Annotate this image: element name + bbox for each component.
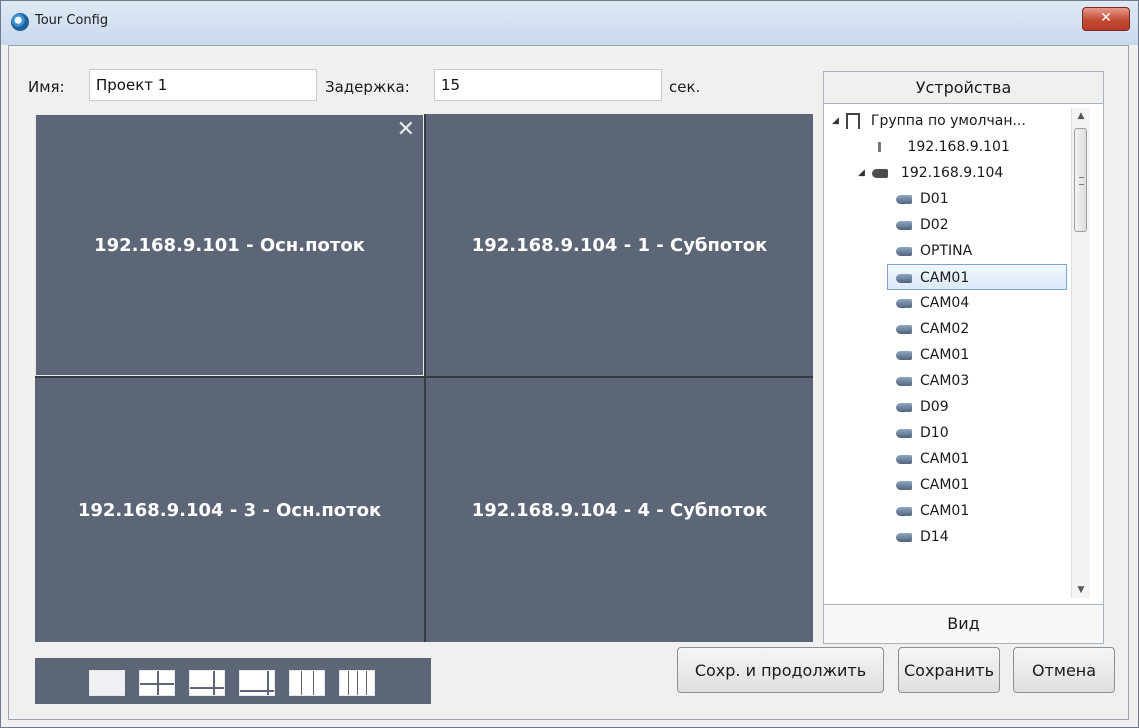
camera-icon <box>896 532 912 542</box>
tree-channel[interactable]: CAM03 <box>896 368 969 394</box>
tree-channel[interactable]: CAM02 <box>896 316 969 342</box>
scroll-thumb[interactable] <box>1074 128 1087 232</box>
tree-channel[interactable]: CAM01 <box>896 446 969 472</box>
device-tree[interactable]: ◢ Группа по умолчан... 192.168.9.101 ◢ 1… <box>830 108 1068 598</box>
video-grid: 192.168.9.101 - Осн.поток ✕ 192.168.9.10… <box>35 114 813 642</box>
camera-icon <box>896 273 912 283</box>
delay-label: Задержка: <box>325 78 410 96</box>
thumb-grip-icon <box>1079 177 1084 185</box>
close-icon[interactable]: ✕ <box>397 117 415 142</box>
tree-channel[interactable]: D09 <box>896 394 949 420</box>
layout-toolbar <box>35 658 431 704</box>
window-title: Tour Config <box>35 13 109 28</box>
tree-node-label: D09 <box>920 399 949 415</box>
tree-node-label: Группа по умолчан... <box>870 113 1026 129</box>
tree-node-label: D14 <box>920 529 949 545</box>
tree-node-label: 192.168.9.101 <box>907 139 1010 155</box>
layout-1-plus-7-icon[interactable] <box>239 670 275 696</box>
cell-label: 192.168.9.104 - 4 - Субпоток <box>471 499 768 521</box>
dialog-body: Имя: Проект 1 Задержка: 15 сек. 192.168.… <box>8 45 1129 720</box>
tree-channel[interactable]: CAM01 <box>896 342 969 368</box>
layout-3x3-icon[interactable] <box>289 670 325 696</box>
camera-icon <box>896 298 912 308</box>
layout-1-plus-5-icon[interactable] <box>189 670 225 696</box>
video-cell[interactable]: 192.168.9.104 - 1 - Субпоток <box>426 114 813 376</box>
nvr-icon <box>872 168 889 178</box>
camera-icon <box>896 324 912 334</box>
layout-1x1-icon[interactable] <box>89 670 125 696</box>
tree-node-label: CAM04 <box>920 295 970 311</box>
expand-arrow-icon[interactable]: ◢ <box>832 108 842 134</box>
tree-node-label: CAM01 <box>920 477 970 493</box>
camera-icon <box>896 480 912 490</box>
layout-2x2-icon[interactable] <box>139 670 175 696</box>
camera-icon <box>896 246 912 256</box>
tree-channel[interactable]: CAM01 <box>896 498 969 524</box>
camera-icon <box>896 350 912 360</box>
cell-label: 192.168.9.104 - 3 - Осн.поток <box>77 499 382 521</box>
name-input[interactable]: Проект 1 <box>89 69 317 101</box>
devices-panel: Устройства ◢ Группа по умолчан... 192.16… <box>823 71 1104 644</box>
expand-arrow-icon[interactable]: ◢ <box>858 160 868 186</box>
tree-device-104[interactable]: ◢ 192.168.9.104 <box>858 160 1003 186</box>
video-cell[interactable]: 192.168.9.104 - 4 - Субпоток <box>426 378 813 642</box>
delay-input[interactable]: 15 <box>434 69 662 101</box>
camera-icon <box>896 376 912 386</box>
cell-label: 192.168.9.104 - 1 - Субпоток <box>471 234 768 256</box>
tree-device-101[interactable]: 192.168.9.101 <box>878 134 1010 160</box>
video-cell[interactable]: 192.168.9.101 - Осн.поток ✕ <box>35 114 424 376</box>
tree-node-label: 192.168.9.104 <box>900 165 1004 181</box>
tree-node-label: CAM01 <box>920 503 970 519</box>
cancel-button[interactable]: Отмена <box>1013 647 1115 693</box>
tree-node-label: OPTINA <box>920 243 973 259</box>
tree-channel[interactable]: CAM01 <box>896 472 969 498</box>
tree-node-label: CAM03 <box>920 373 970 389</box>
title-bar[interactable]: Tour Config ✕ <box>1 1 1138 45</box>
save-button[interactable]: Сохранить <box>898 647 1000 693</box>
tree-node-label: D02 <box>920 217 949 233</box>
view-button[interactable]: Вид <box>824 604 1103 643</box>
layout-4x4-icon[interactable] <box>339 670 375 696</box>
tree-channel[interactable]: CAM04 <box>896 290 969 316</box>
window-close-button[interactable]: ✕ <box>1082 7 1130 31</box>
tree-channel[interactable]: D10 <box>896 420 949 446</box>
camera-icon <box>896 428 912 438</box>
tree-group-default[interactable]: ◢ Группа по умолчан... <box>832 108 1026 134</box>
tree-node-label: CAM01 <box>920 347 970 363</box>
tour-config-window: Tour Config ✕ Имя: Проект 1 Задержка: 15… <box>0 0 1139 728</box>
scroll-up-arrow-icon[interactable]: ▲ <box>1072 108 1090 124</box>
tree-node-label: D10 <box>920 425 949 441</box>
tree-channel[interactable]: D14 <box>896 524 949 550</box>
tree-channel-selected[interactable]: CAM01 <box>887 264 1067 290</box>
tree-channel[interactable]: D02 <box>896 212 949 238</box>
video-cell[interactable]: 192.168.9.104 - 3 - Осн.поток <box>35 378 424 642</box>
cell-label: 192.168.9.101 - Осн.поток <box>94 234 365 256</box>
devices-header: Устройства <box>824 72 1103 104</box>
save-and-continue-button[interactable]: Сохр. и продолжить <box>677 647 884 693</box>
tree-node-label: CAM02 <box>920 321 970 337</box>
group-icon <box>846 113 861 129</box>
tree-node-label: D01 <box>920 191 949 207</box>
delay-unit-label: сек. <box>669 78 701 96</box>
camera-app-icon <box>11 13 29 31</box>
camera-icon <box>896 194 912 204</box>
tree-node-label: CAM01 <box>920 270 970 286</box>
tree-node-label: CAM01 <box>920 451 970 467</box>
name-label: Имя: <box>28 78 65 96</box>
tree-scrollbar[interactable]: ▲ ▼ <box>1071 108 1090 598</box>
tree-channel[interactable]: OPTINA <box>896 238 972 264</box>
camera-icon <box>896 402 912 412</box>
tree-channel[interactable]: D01 <box>896 186 949 212</box>
ip-camera-icon <box>878 142 895 152</box>
camera-icon <box>896 506 912 516</box>
camera-icon <box>896 454 912 464</box>
camera-icon <box>896 220 912 230</box>
scroll-down-arrow-icon[interactable]: ▼ <box>1072 582 1090 598</box>
